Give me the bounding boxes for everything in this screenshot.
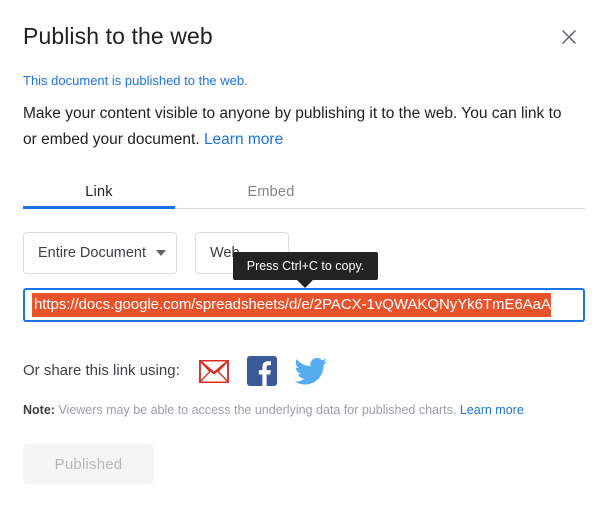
dialog-header: Publish to the web <box>23 20 589 64</box>
description-text: Make your content visible to anyone by p… <box>23 105 562 148</box>
tooltip-arrow <box>297 280 313 288</box>
published-button[interactable]: Published <box>23 444 154 484</box>
share-icon-group <box>180 355 328 387</box>
scope-select-value: Entire Document <box>38 245 146 261</box>
copy-tooltip-text: Press Ctrl+C to copy. <box>246 259 365 273</box>
copy-tooltip: Press Ctrl+C to copy. <box>233 252 378 288</box>
description-learn-more-link[interactable]: Learn more <box>204 131 283 148</box>
chevron-down-icon <box>146 250 166 256</box>
publish-note: Note: Viewers may be able to access the … <box>23 402 585 419</box>
page-title: Publish to the web <box>23 23 213 49</box>
tab-link[interactable]: Link <box>23 176 175 208</box>
dialog-footer: Published <box>23 444 154 484</box>
published-url-input[interactable]: https://docs.google.com/spreadsheets/d/e… <box>23 288 585 322</box>
facebook-icon[interactable] <box>246 355 278 387</box>
publish-status-text: This document is published to the web. <box>23 73 248 88</box>
tab-embed[interactable]: Embed <box>195 176 347 208</box>
close-button[interactable] <box>555 23 583 51</box>
publish-to-web-dialog: Publish to the web This document is publ… <box>0 0 609 506</box>
note-text: Viewers may be able to access the underl… <box>58 403 457 417</box>
share-link-label: Or share this link using: <box>23 362 180 379</box>
tab-active-indicator <box>23 206 175 209</box>
note-prefix: Note: <box>23 403 55 417</box>
twitter-icon[interactable] <box>294 356 328 386</box>
close-icon <box>561 29 577 45</box>
gmail-icon[interactable] <box>198 356 230 386</box>
dialog-description: Make your content visible to anyone by p… <box>23 101 579 153</box>
scope-select[interactable]: Entire Document <box>23 232 177 274</box>
note-learn-more-link[interactable]: Learn more <box>460 403 524 417</box>
share-link-row: Or share this link using: <box>23 356 328 386</box>
tab-bar: Link Embed <box>23 176 585 209</box>
published-url-value: https://docs.google.com/spreadsheets/d/e… <box>32 293 551 317</box>
